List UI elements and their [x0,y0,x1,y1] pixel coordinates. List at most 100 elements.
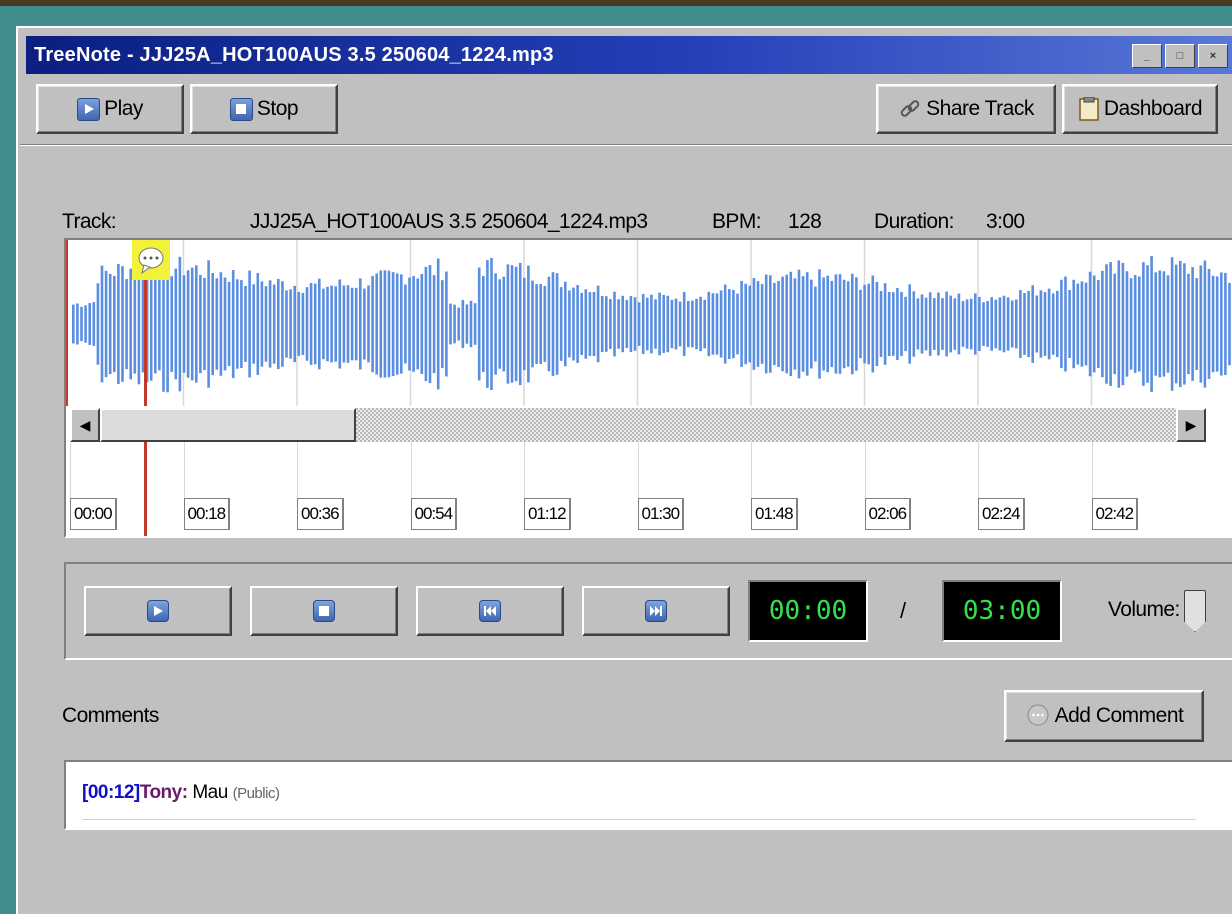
waveform-bar [1129,278,1133,370]
waveform-bar [838,274,842,374]
waveform-bar [1154,272,1157,376]
maximize-button[interactable]: □ [1165,44,1195,68]
add-comment-button[interactable]: Add Comment [1004,690,1204,742]
waveform-bar [178,256,182,392]
waveform-bar [916,298,920,350]
comment-item[interactable]: [00:12]Tony: Mau (Public) [82,782,280,804]
volume-slider-handle[interactable] [1184,590,1206,632]
waveform-bar [797,269,801,379]
close-button[interactable]: × [1198,44,1228,68]
waveform-bar [707,291,711,357]
waveform-bar [605,296,608,352]
waveform-bar [305,287,309,361]
toolbar-play-button[interactable]: Play [36,84,184,134]
waveform-bar [986,301,989,347]
waveform-start-marker [66,240,68,406]
waveform-bar [633,297,637,351]
waveform-bar [871,275,875,373]
waveform-bar [1092,275,1096,373]
waveform-bar [231,270,235,379]
title-bar[interactable]: TreeNote - JJJ25A_HOT100AUS 3.5 250604_1… [26,36,1232,74]
scroll-left-arrow-icon[interactable]: ◀ [70,408,100,442]
waveform-bar [350,287,354,361]
waveform-bar [1207,269,1211,379]
waveform-bar [859,289,862,359]
waveform-bar [461,299,465,349]
waveform-bar [978,296,981,351]
waveform-bar [1117,260,1121,388]
waveform-bar [436,258,440,390]
scrollbar-thumb[interactable] [100,408,356,442]
scroll-right-arrow-icon[interactable]: ▶ [1176,408,1206,442]
waveform-bar [309,283,313,365]
bpm-value: 128 [788,210,822,233]
waveform-bar [678,301,682,347]
fast-forward-icon [645,600,667,622]
waveform-bar [879,290,883,357]
waveform-bar [387,270,391,378]
waveform-bar [773,283,776,365]
timeline-tick-line [183,442,185,498]
comment-marker-icon[interactable] [132,240,170,280]
timeline-tick-label: 00:00 [70,498,117,530]
waveform-bar [371,275,374,373]
comment-timestamp[interactable]: [00:12] [82,782,140,803]
toolbar-stop-label: Stop [256,97,299,120]
waveform-bar [760,284,764,364]
transport-panel: 00:00 / 03:00 Volume: [64,562,1232,660]
waveform-bar [547,276,551,372]
waveform-panel[interactable]: ◀ ▶ 00:00 00:18 00:36 00:54 01:12 01:30 01:48 0… [64,238,1232,538]
waveform-bar [518,262,522,386]
transport-stop-button[interactable] [250,586,398,636]
waveform-bar [896,288,899,360]
waveform-bar [72,304,75,344]
waveform-bar [100,265,104,383]
waveform-bar [535,284,538,364]
waveform-bar [1162,271,1166,377]
waveform-bar [445,271,448,377]
waveform-bar [1019,290,1022,358]
share-track-button[interactable]: Share Track [876,84,1056,134]
toolbar-stop-button[interactable]: Stop [190,84,338,134]
waveform-bar [928,292,932,356]
waveform-bar [1068,290,1071,358]
waveform-bar [104,270,108,378]
waveform-bar [969,298,973,350]
dashboard-button[interactable]: Dashboard [1062,84,1218,134]
waveform-bar [1203,260,1207,388]
minimize-button[interactable]: _ [1132,44,1162,68]
waveform-bar [900,291,903,357]
waveform-bar [756,281,760,367]
waveform-bar [129,268,132,380]
playhead[interactable] [144,280,147,406]
waveform-bar [76,303,79,345]
volume-label: Volume: [1108,598,1180,621]
waveform-bar [367,285,370,363]
waveform-bar [236,279,239,369]
waveform[interactable] [66,240,1232,406]
waveform-bar [625,299,629,348]
waveform-scrollbar[interactable]: ◀ ▶ [70,408,1206,442]
waveform-bar [670,299,674,349]
waveform-bar [1179,261,1182,387]
waveform-bar [469,300,473,348]
waveform-bar [818,269,821,379]
waveform-bar [1215,276,1219,372]
waveform-bar [1088,271,1092,377]
waveform-bar [432,275,436,373]
timeline-tick-line [70,442,71,498]
waveform-bar [125,279,128,370]
waveform-bar [1101,270,1104,378]
timeline-tick-label: 02:42 [1091,498,1139,530]
transport-play-button[interactable] [84,586,232,636]
waveform-bar [113,276,116,373]
waveform-bar [195,265,198,383]
waveform-bar [412,276,415,372]
waveform-bar [244,286,247,362]
timeline-tick-line [751,442,752,498]
waveform-bar [834,274,838,374]
waveform-bar [1220,272,1223,376]
transport-fast-forward-button[interactable] [582,586,730,636]
transport-rewind-button[interactable] [416,586,564,636]
waveform-bar [744,283,747,365]
